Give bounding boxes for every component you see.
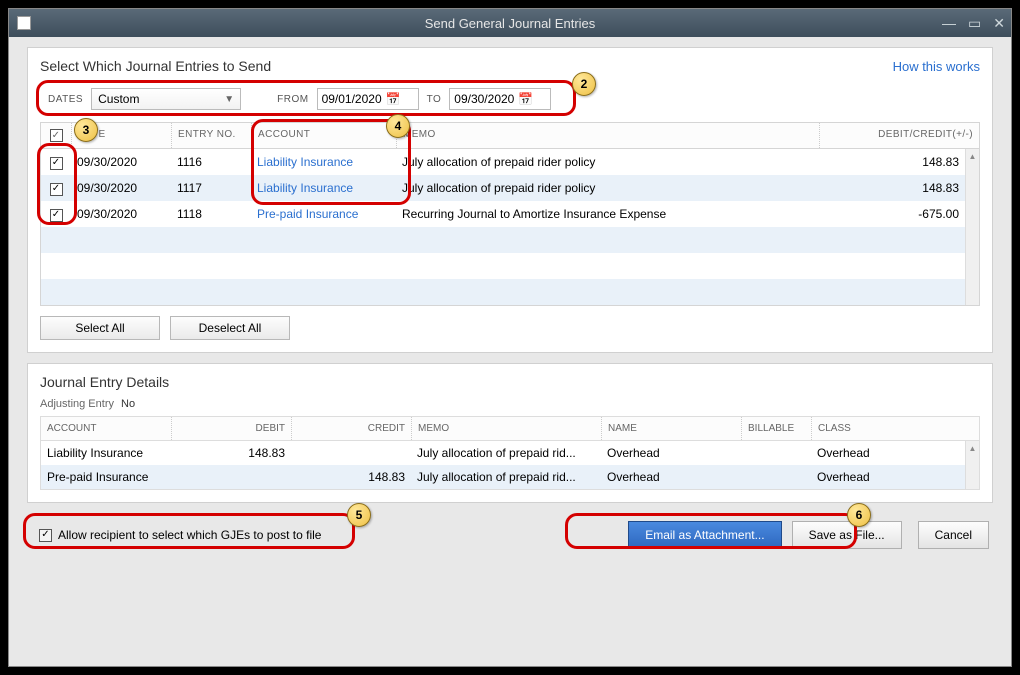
allow-checkbox[interactable]: ✓: [39, 529, 52, 542]
allow-label: Allow recipient to select which GJEs to …: [58, 528, 321, 542]
cancel-button[interactable]: Cancel: [918, 521, 989, 549]
callout-2: 2: [572, 72, 596, 96]
callout-3: 3: [74, 118, 98, 142]
scrollbar[interactable]: ▲: [965, 441, 979, 489]
callout-5: 5: [347, 503, 371, 527]
header-checkbox[interactable]: ✓: [50, 129, 63, 142]
dcol-credit[interactable]: CREDIT: [291, 417, 411, 440]
callout-6: 6: [847, 503, 871, 527]
help-link[interactable]: How this works: [893, 59, 980, 74]
details-header: ACCOUNT DEBIT CREDIT MEMO NAME BILLABLE …: [40, 416, 980, 441]
window-controls: — ▭ ✕: [942, 15, 1005, 32]
dcol-memo[interactable]: MEMO: [411, 417, 601, 440]
dcol-class[interactable]: CLASS: [811, 417, 911, 440]
app-icon: [17, 16, 31, 30]
window: Send General Journal Entries — ▭ ✕ Selec…: [8, 8, 1012, 667]
table-row[interactable]: Liability Insurance 148.83 July allocati…: [41, 441, 979, 465]
calendar-icon[interactable]: 📅: [386, 92, 401, 106]
scrollbar[interactable]: ▲: [965, 149, 979, 305]
save-button[interactable]: Save as File...: [792, 521, 902, 549]
details-body: Liability Insurance 148.83 July allocati…: [40, 441, 980, 490]
from-date-input[interactable]: 09/01/2020 📅: [317, 88, 419, 110]
row-checkbox[interactable]: ✓: [50, 209, 63, 222]
panel-entries: Select Which Journal Entries to Send How…: [27, 47, 993, 353]
table-row[interactable]: ✓ 09/30/2020 1117 Liability Insurance Ju…: [41, 175, 979, 201]
col-memo[interactable]: MEMO: [396, 123, 819, 148]
titlebar: Send General Journal Entries — ▭ ✕: [9, 9, 1011, 37]
maximize-icon[interactable]: ▭: [968, 15, 981, 32]
deselect-all-button[interactable]: Deselect All: [170, 316, 290, 340]
window-title: Send General Journal Entries: [425, 16, 596, 31]
footer: ✓ Allow recipient to select which GJEs t…: [27, 517, 993, 553]
email-button[interactable]: Email as Attachment...: [628, 521, 781, 549]
content: Select Which Journal Entries to Send How…: [9, 37, 1011, 666]
dates-dropdown[interactable]: Custom ▼: [91, 88, 241, 110]
dates-label: DATES: [48, 94, 83, 105]
from-label: FROM: [277, 94, 308, 105]
filter-row: DATES Custom ▼ FROM 09/01/2020 📅 TO 09/3…: [40, 82, 980, 116]
col-check[interactable]: ✓: [41, 123, 71, 148]
callout-4: 4: [386, 114, 410, 138]
calendar-icon[interactable]: 📅: [518, 92, 533, 106]
table-row[interactable]: Pre-paid Insurance 148.83 July allocatio…: [41, 465, 979, 489]
scroll-up-icon[interactable]: ▲: [966, 149, 979, 163]
table-row: [41, 227, 979, 253]
chevron-down-icon: ▼: [224, 94, 234, 105]
select-all-button[interactable]: Select All: [40, 316, 160, 340]
scroll-up-icon[interactable]: ▲: [966, 441, 979, 455]
dcol-account[interactable]: ACCOUNT: [41, 417, 171, 440]
dcol-name[interactable]: NAME: [601, 417, 741, 440]
from-date-value: 09/01/2020: [322, 92, 382, 106]
panel-details: Journal Entry Details Adjusting Entry No…: [27, 363, 993, 503]
to-date-input[interactable]: 09/30/2020 📅: [449, 88, 551, 110]
grid-body: ✓ 09/30/2020 1116 Liability Insurance Ju…: [41, 149, 979, 305]
dates-value: Custom: [98, 92, 139, 106]
to-label: TO: [427, 94, 442, 105]
dcol-billable[interactable]: BILLABLE: [741, 417, 811, 440]
table-row: [41, 279, 979, 305]
row-checkbox[interactable]: ✓: [50, 183, 63, 196]
dcol-debit[interactable]: DEBIT: [171, 417, 291, 440]
button-row: Select All Deselect All: [40, 316, 980, 340]
col-entry[interactable]: ENTRY NO.: [171, 123, 251, 148]
section-title: Select Which Journal Entries to Send: [40, 58, 271, 74]
grid-header: ✓ DATE ENTRY NO. ACCOUNT MEMO DEBIT/CRED…: [41, 123, 979, 149]
section-header: Select Which Journal Entries to Send How…: [40, 58, 980, 74]
col-amount[interactable]: DEBIT/CREDIT(+/-): [819, 123, 979, 148]
table-row[interactable]: ✓ 09/30/2020 1116 Liability Insurance Ju…: [41, 149, 979, 175]
footer-left: ✓ Allow recipient to select which GJEs t…: [31, 522, 329, 548]
adjusting-entry: Adjusting Entry No: [40, 398, 980, 410]
col-account[interactable]: ACCOUNT: [251, 123, 396, 148]
to-date-value: 09/30/2020: [454, 92, 514, 106]
table-row: [41, 253, 979, 279]
row-checkbox[interactable]: ✓: [50, 157, 63, 170]
table-row[interactable]: ✓ 09/30/2020 1118 Pre-paid Insurance Rec…: [41, 201, 979, 227]
close-icon[interactable]: ✕: [993, 15, 1005, 32]
entries-grid: ✓ DATE ENTRY NO. ACCOUNT MEMO DEBIT/CRED…: [40, 122, 980, 306]
minimize-icon[interactable]: —: [942, 15, 956, 32]
details-title: Journal Entry Details: [40, 374, 980, 390]
